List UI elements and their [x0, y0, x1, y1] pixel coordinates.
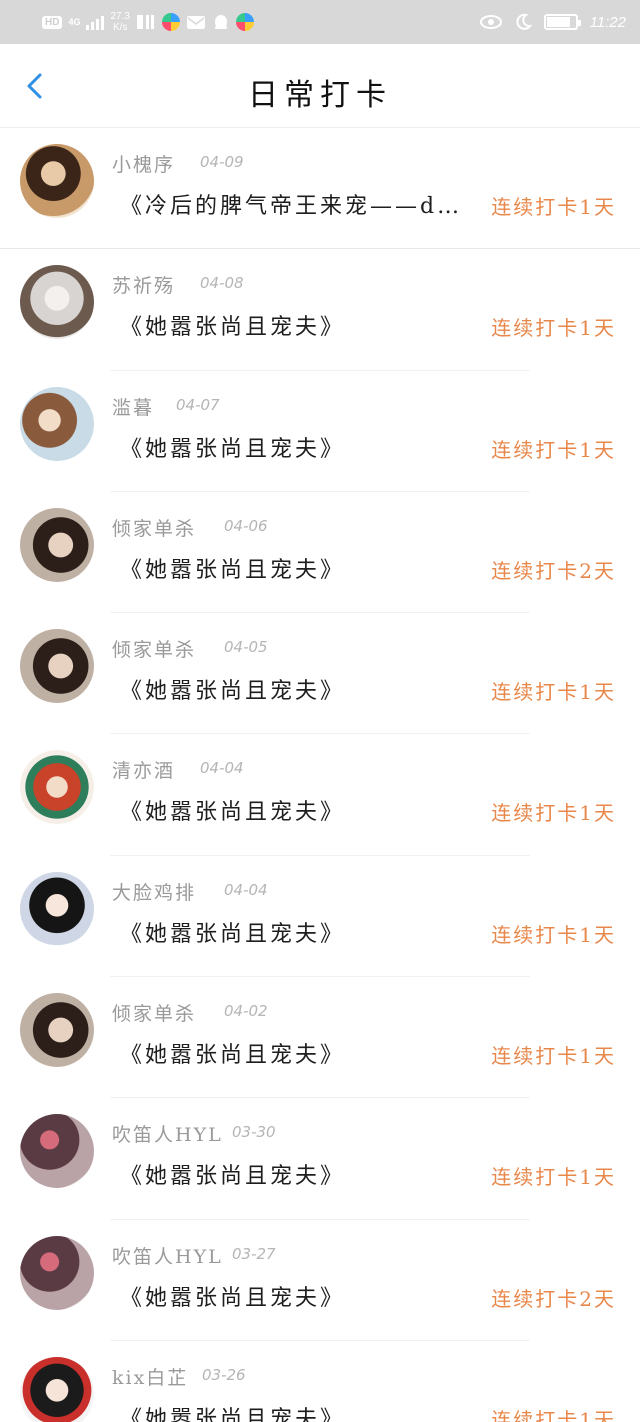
- book-title[interactable]: 《她嚣张尚且宠夫》: [120, 1037, 480, 1069]
- streak-label: 连续打卡1天: [491, 1044, 616, 1069]
- app-notification-icon: [136, 15, 154, 29]
- app-notification-icon: [161, 13, 180, 31]
- list-item[interactable]: 苏祈殇 04-08 《她嚣张尚且宠夫》 连续打卡1天: [0, 249, 640, 371]
- user-name[interactable]: kix白芷: [112, 1363, 188, 1390]
- speed-unit: K/s: [112, 22, 128, 33]
- avatar[interactable]: [20, 871, 94, 946]
- user-name[interactable]: 苏祈殇: [112, 271, 175, 298]
- list-item[interactable]: 倾家单杀 04-02 《她嚣张尚且宠夫》 连续打卡1天: [0, 977, 640, 1099]
- user-name[interactable]: 倾家单杀: [112, 999, 196, 1026]
- streak-label: 连续打卡1天: [491, 195, 616, 219]
- user-name[interactable]: 吹笛人HYL: [112, 1242, 223, 1269]
- user-name[interactable]: 滥暮: [112, 393, 154, 420]
- book-title[interactable]: 《她嚣张尚且宠夫》: [120, 309, 480, 341]
- checkin-date: 03-27: [232, 1244, 276, 1263]
- streak-label: 连续打卡1天: [491, 922, 616, 947]
- book-title[interactable]: 《她嚣张尚且宠夫》: [120, 794, 480, 826]
- battery-icon: [543, 14, 581, 30]
- book-title[interactable]: 《她嚣张尚且宠夫》: [120, 1280, 480, 1312]
- qq-icon: [214, 15, 227, 29]
- user-name[interactable]: 倾家单杀: [112, 514, 196, 541]
- checkin-date: 04-08: [200, 274, 244, 293]
- list-item[interactable]: 倾家单杀 04-05 《她嚣张尚且宠夫》 连续打卡1天: [0, 613, 640, 735]
- user-name[interactable]: 大脸鸡排: [112, 878, 196, 905]
- list-item[interactable]: kix白芷 03-26 《她嚣张尚且宠夫》 连续打卡1天: [0, 1341, 640, 1422]
- user-name[interactable]: 清亦酒: [112, 756, 175, 783]
- checkin-date: 04-04: [224, 880, 268, 899]
- checkin-date: 03-30: [232, 1123, 276, 1142]
- avatar[interactable]: [20, 1114, 94, 1189]
- checkin-date: 04-06: [224, 516, 268, 535]
- checkin-list: 小槐序 04-09 《冷后的脾气帝王来宠——d… 连续打卡1天 苏祈殇 04-08 《她嚣张…: [0, 128, 640, 1422]
- mail-icon: [186, 16, 205, 29]
- speed-value: 27.3: [110, 11, 130, 22]
- book-title[interactable]: 《她嚣张尚且宠夫》: [120, 1158, 480, 1190]
- avatar[interactable]: [20, 144, 94, 218]
- list-item[interactable]: 吹笛人HYL 03-27 《她嚣张尚且宠夫》 连续打卡2天: [0, 1220, 640, 1341]
- network-type: 4G: [68, 17, 81, 27]
- hd-badge: HD: [42, 15, 63, 29]
- book-title[interactable]: 《她嚣张尚且宠夫》: [120, 552, 480, 584]
- avatar[interactable]: [20, 1356, 94, 1422]
- app-notification-icon: [235, 13, 254, 31]
- clock: 11:22: [589, 13, 626, 31]
- status-bar: HD 4G 27.3 K/s 11:22: [0, 0, 640, 44]
- book-title[interactable]: 《她嚣张尚且宠夫》: [120, 431, 480, 463]
- book-title[interactable]: 《她嚣张尚且宠夫》: [120, 916, 480, 948]
- streak-label: 连续打卡2天: [491, 1286, 616, 1311]
- streak-label: 连续打卡1天: [491, 1165, 616, 1190]
- checkin-date: 04-02: [224, 1002, 268, 1021]
- checkin-date: 04-04: [200, 759, 244, 778]
- network-speed: 27.3 K/s: [110, 11, 129, 33]
- list-item[interactable]: 倾家单杀 04-06 《她嚣张尚且宠夫》 连续打卡2天: [0, 492, 640, 614]
- list-item[interactable]: 小槐序 04-09 《冷后的脾气帝王来宠——d… 连续打卡1天: [0, 128, 640, 250]
- moon-icon: [515, 13, 532, 30]
- streak-label: 连续打卡2天: [491, 558, 616, 583]
- avatar[interactable]: [20, 750, 94, 825]
- user-name[interactable]: 倾家单杀: [112, 635, 196, 662]
- checkin-date: 03-26: [202, 1365, 246, 1384]
- book-title[interactable]: 《她嚣张尚且宠夫》: [120, 673, 480, 705]
- list-item[interactable]: 大脸鸡排 04-04 《她嚣张尚且宠夫》 连续打卡1天: [0, 856, 640, 978]
- signal-icon: [86, 14, 105, 30]
- list-item[interactable]: 滥暮 04-07 《她嚣张尚且宠夫》 连续打卡1天: [0, 371, 640, 492]
- checkin-date: 04-05: [224, 638, 268, 657]
- streak-label: 连续打卡1天: [491, 316, 616, 341]
- checkin-date: 04-09: [200, 153, 244, 171]
- streak-label: 连续打卡1天: [491, 801, 616, 826]
- avatar[interactable]: [20, 629, 94, 704]
- page-title: 日常打卡: [248, 78, 392, 113]
- battery-level: [546, 17, 571, 27]
- nav-bar: 日常打卡: [0, 44, 640, 128]
- streak-label: 连续打卡1天: [491, 680, 616, 705]
- avatar[interactable]: [20, 265, 94, 340]
- list-item[interactable]: 清亦酒 04-04 《她嚣张尚且宠夫》 连续打卡1天: [0, 734, 640, 856]
- avatar[interactable]: [20, 386, 94, 461]
- streak-label: 连续打卡1天: [491, 1407, 616, 1422]
- streak-label: 连续打卡1天: [491, 437, 616, 462]
- user-name[interactable]: 小槐序: [112, 150, 175, 177]
- book-title[interactable]: 《她嚣张尚且宠夫》: [120, 1401, 480, 1422]
- checkin-date: 04-07: [176, 395, 220, 414]
- avatar[interactable]: [20, 1235, 94, 1310]
- book-title[interactable]: 《冷后的脾气帝王来宠——d…: [120, 188, 480, 220]
- user-name[interactable]: 吹笛人HYL: [112, 1120, 223, 1147]
- avatar[interactable]: [20, 993, 94, 1068]
- avatar[interactable]: [20, 507, 94, 582]
- eye-icon: [479, 15, 502, 29]
- list-item[interactable]: 吹笛人HYL 03-30 《她嚣张尚且宠夫》 连续打卡1天: [0, 1098, 640, 1220]
